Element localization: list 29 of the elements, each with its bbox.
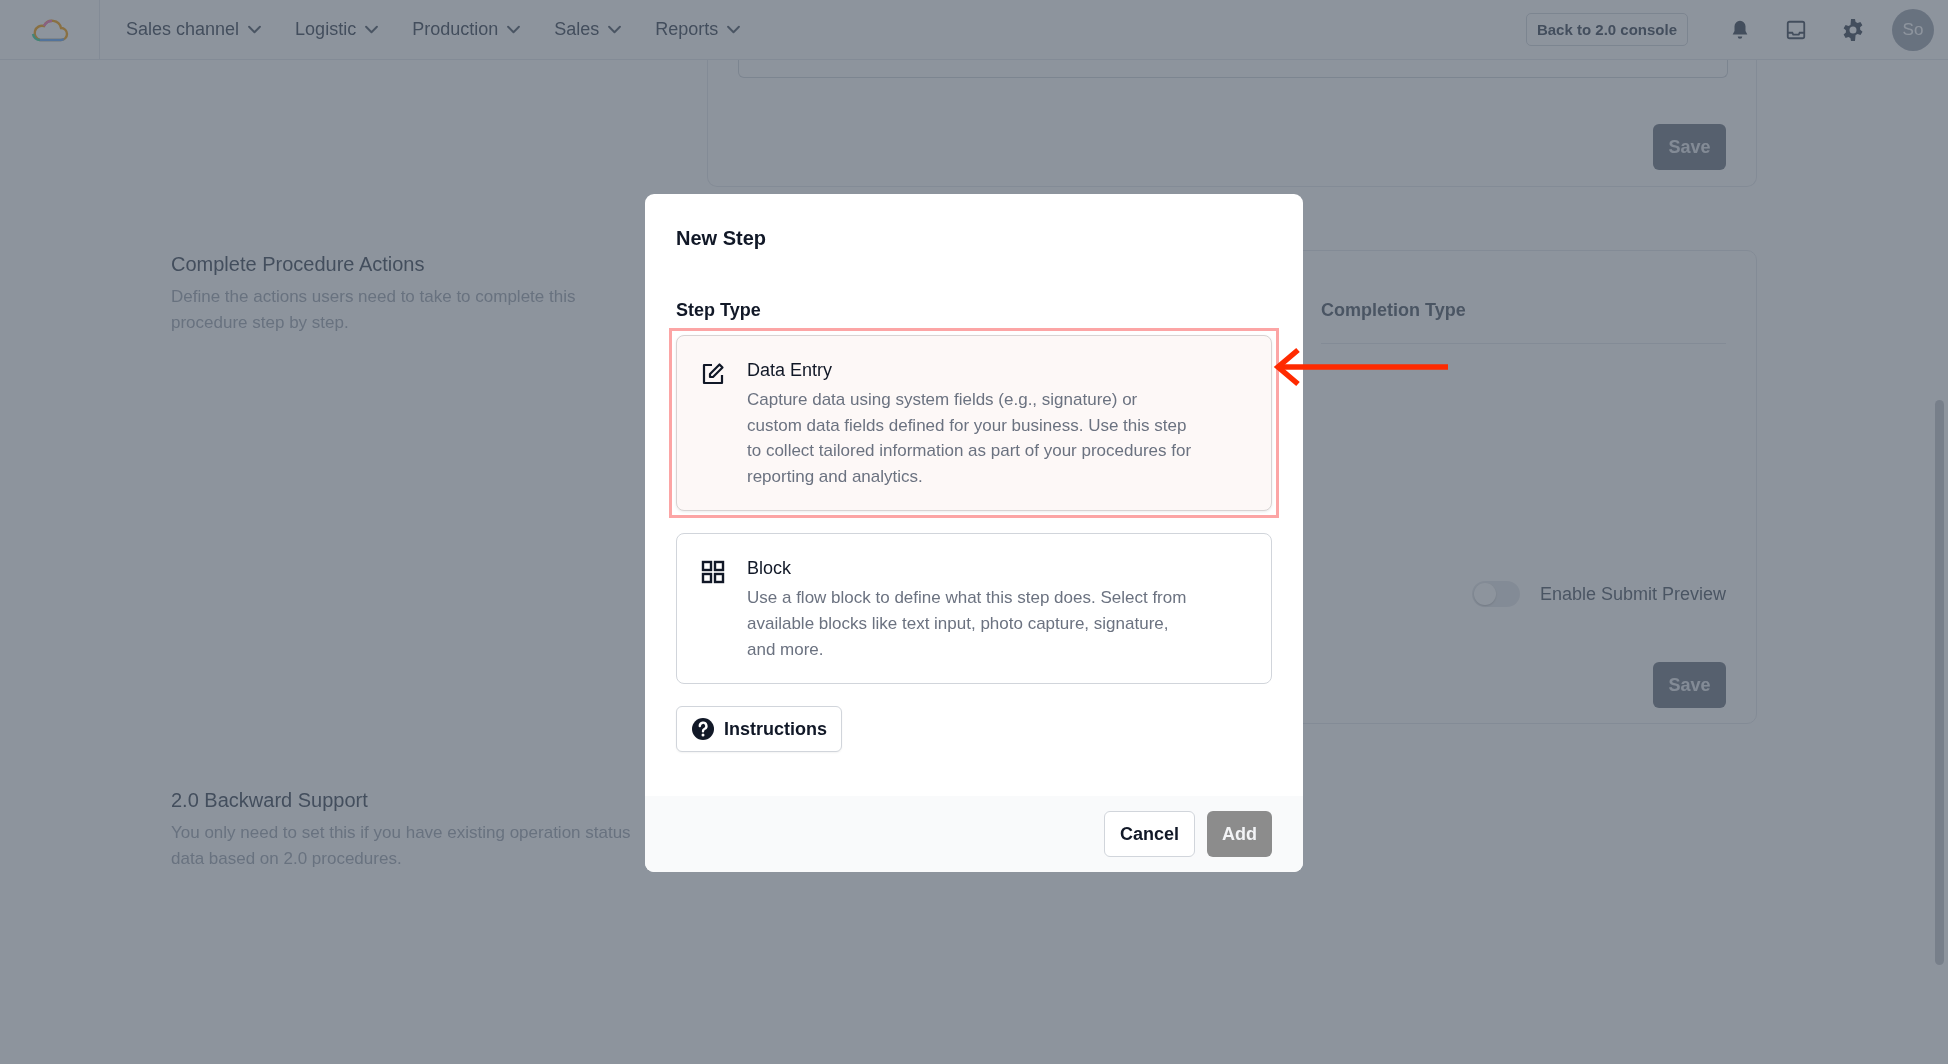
dialog-title: New Step: [676, 227, 768, 250]
chevron-down-icon: [727, 25, 741, 34]
instructions-button[interactable]: Instructions: [676, 706, 842, 753]
chevron-down-icon: [248, 25, 262, 34]
option-description: Use a flow block to define what this step does. Select from available blocks like text input, photo capture, signature, and more.: [747, 587, 1188, 661]
nav-menu[interactable]: Reports: [655, 19, 741, 40]
chevron-down-icon: [365, 25, 379, 34]
nav-menu[interactable]: Logistic: [295, 19, 379, 40]
column-header: Completion Type: [1321, 251, 1726, 344]
chevron-down-icon: [507, 25, 521, 34]
edit-icon: [701, 362, 725, 386]
field-label: Step Type: [676, 300, 762, 321]
nav-menu[interactable]: Production: [412, 19, 521, 40]
section-title: Complete Procedure Actions: [171, 253, 426, 276]
toggle-label: Enable Submit Preview: [1539, 583, 1726, 605]
settings-icon[interactable]: [1841, 17, 1865, 42]
dialog-button[interactable]: Cancel: [1103, 811, 1195, 857]
nav-menu[interactable]: Sales channel: [126, 19, 262, 40]
option-title: Data Entry: [747, 360, 834, 381]
option-title: Block: [747, 558, 792, 580]
chevron-down-icon: [608, 25, 622, 34]
option-description: Capture data using system fields (e.g., signature) or custom data fields defined for your business. Use this step to collect tailored information as part of your procedures for reporting and analytics.: [747, 389, 1192, 488]
help-icon: [691, 717, 715, 742]
console-button[interactable]: Back to 2.0 console: [1525, 13, 1688, 46]
nav-menu[interactable]: Sales: [554, 19, 622, 40]
step-type-option[interactable]: Block Use a flow block to define what this step does. Select from available blocks like text input, photo capture, signature, and more.: [676, 533, 1272, 685]
inbox-icon[interactable]: [1785, 18, 1807, 41]
grid-icon: [701, 560, 725, 585]
section-title: 2.0 Backward Support: [171, 789, 369, 812]
